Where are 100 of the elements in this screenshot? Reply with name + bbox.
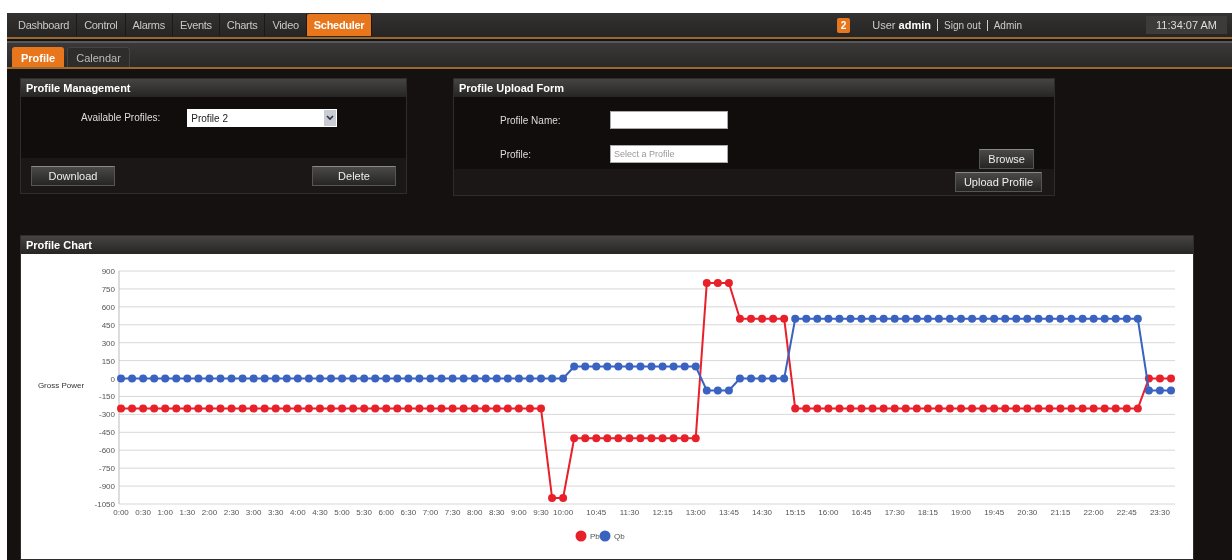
data-point bbox=[1133, 404, 1142, 413]
data-point bbox=[680, 362, 689, 371]
data-point bbox=[680, 434, 689, 443]
data-point bbox=[327, 374, 335, 383]
data-point bbox=[315, 374, 324, 383]
axis-label: 9:00 bbox=[511, 508, 527, 517]
axis-label: 4:30 bbox=[312, 508, 328, 517]
axis-label: 2:30 bbox=[223, 508, 240, 517]
panel-title: Profile Chart bbox=[21, 236, 1193, 254]
data-point bbox=[548, 494, 557, 503]
data-point bbox=[227, 374, 236, 383]
profile-name-field[interactable] bbox=[610, 111, 728, 129]
field-label: Profile Name: bbox=[500, 114, 562, 126]
data-point bbox=[868, 314, 877, 323]
data-point bbox=[945, 314, 954, 323]
axis-label: 10:00 bbox=[553, 508, 574, 517]
action-button[interactable]: Download bbox=[31, 165, 115, 186]
data-point bbox=[360, 404, 369, 413]
data-point bbox=[548, 374, 557, 383]
data-point bbox=[304, 404, 313, 413]
header-link[interactable]: Sign out bbox=[938, 19, 987, 31]
data-point bbox=[658, 434, 667, 443]
data-point bbox=[979, 404, 988, 413]
data-point bbox=[150, 404, 159, 413]
data-point bbox=[868, 404, 877, 413]
data-point bbox=[293, 374, 302, 383]
data-point bbox=[492, 404, 501, 413]
upload-button[interactable]: Upload Profile bbox=[954, 172, 1042, 192]
data-point bbox=[614, 362, 623, 371]
data-point bbox=[227, 404, 236, 413]
data-point bbox=[172, 404, 181, 413]
axis-title: Gross Power bbox=[37, 380, 85, 390]
data-point bbox=[603, 362, 612, 371]
data-point bbox=[934, 314, 943, 323]
data-point bbox=[923, 314, 932, 323]
data-point bbox=[448, 374, 457, 383]
data-point bbox=[1078, 404, 1087, 413]
axis-label: 300 bbox=[101, 338, 115, 348]
panel-title: Profile Upload Form bbox=[454, 79, 1054, 97]
data-point bbox=[691, 362, 700, 371]
nav-tab[interactable]: Video bbox=[265, 14, 307, 36]
data-point bbox=[934, 404, 943, 413]
browse-button[interactable]: Browse bbox=[979, 149, 1034, 169]
data-point bbox=[912, 314, 921, 323]
data-point bbox=[238, 374, 247, 383]
data-point bbox=[702, 386, 711, 395]
data-point bbox=[338, 374, 347, 383]
data-point bbox=[194, 404, 203, 413]
header-link[interactable]: Admin bbox=[986, 19, 1029, 31]
axis-label: 16:00 bbox=[818, 508, 839, 517]
data-point bbox=[669, 434, 678, 443]
axis-label: 22:00 bbox=[1083, 508, 1104, 517]
user-label: User admin bbox=[872, 19, 938, 31]
sub-tab[interactable]: Calendar bbox=[67, 47, 130, 67]
data-point bbox=[1122, 404, 1131, 413]
clock-label: 11:34:07 AM bbox=[1146, 16, 1227, 34]
axis-label: 20:30 bbox=[1017, 508, 1038, 517]
data-point bbox=[879, 314, 888, 323]
data-point bbox=[448, 404, 457, 413]
data-point bbox=[327, 404, 335, 413]
data-point bbox=[990, 314, 999, 323]
data-point bbox=[747, 374, 755, 383]
nav-tab[interactable]: Alarms bbox=[125, 14, 173, 36]
data-point bbox=[481, 404, 490, 413]
data-point bbox=[791, 404, 800, 413]
data-point bbox=[426, 404, 435, 413]
data-point bbox=[813, 314, 822, 323]
data-point bbox=[282, 404, 291, 413]
data-point bbox=[636, 362, 645, 371]
data-point bbox=[1155, 386, 1164, 395]
nav-tab[interactable]: Charts bbox=[219, 14, 266, 36]
data-point bbox=[945, 404, 954, 413]
data-point bbox=[503, 404, 512, 413]
data-point bbox=[1078, 314, 1087, 323]
axis-label: 19:00 bbox=[951, 508, 971, 517]
axis-label: 14:30 bbox=[752, 508, 773, 517]
data-point bbox=[758, 374, 767, 383]
data-point bbox=[1122, 314, 1131, 323]
axis-label: 2:00 bbox=[201, 508, 218, 517]
data-point bbox=[901, 314, 910, 323]
data-point bbox=[205, 374, 214, 383]
data-point bbox=[304, 374, 313, 383]
data-point bbox=[537, 404, 545, 413]
data-point bbox=[349, 404, 358, 413]
axis-label: 13:45 bbox=[718, 508, 739, 517]
action-button[interactable]: Delete bbox=[312, 165, 396, 186]
nav-tab[interactable]: Events bbox=[172, 14, 220, 36]
axis-label: 1:00 bbox=[157, 508, 173, 517]
profile-dropdown[interactable]: Profile 2 bbox=[187, 109, 338, 127]
data-point bbox=[271, 404, 280, 413]
data-point bbox=[824, 314, 833, 323]
axis-label: 6:00 bbox=[378, 508, 395, 517]
data-point bbox=[1167, 386, 1175, 395]
data-point bbox=[1012, 314, 1021, 323]
axis-label: 13:00 bbox=[685, 508, 706, 517]
nav-tab[interactable]: Control bbox=[77, 14, 126, 36]
nav-tab[interactable]: Dashboard bbox=[11, 14, 78, 36]
axis-label: 3:30 bbox=[267, 508, 284, 517]
profile-file-field[interactable]: Select a Profile bbox=[610, 145, 728, 163]
data-point bbox=[1100, 404, 1109, 413]
